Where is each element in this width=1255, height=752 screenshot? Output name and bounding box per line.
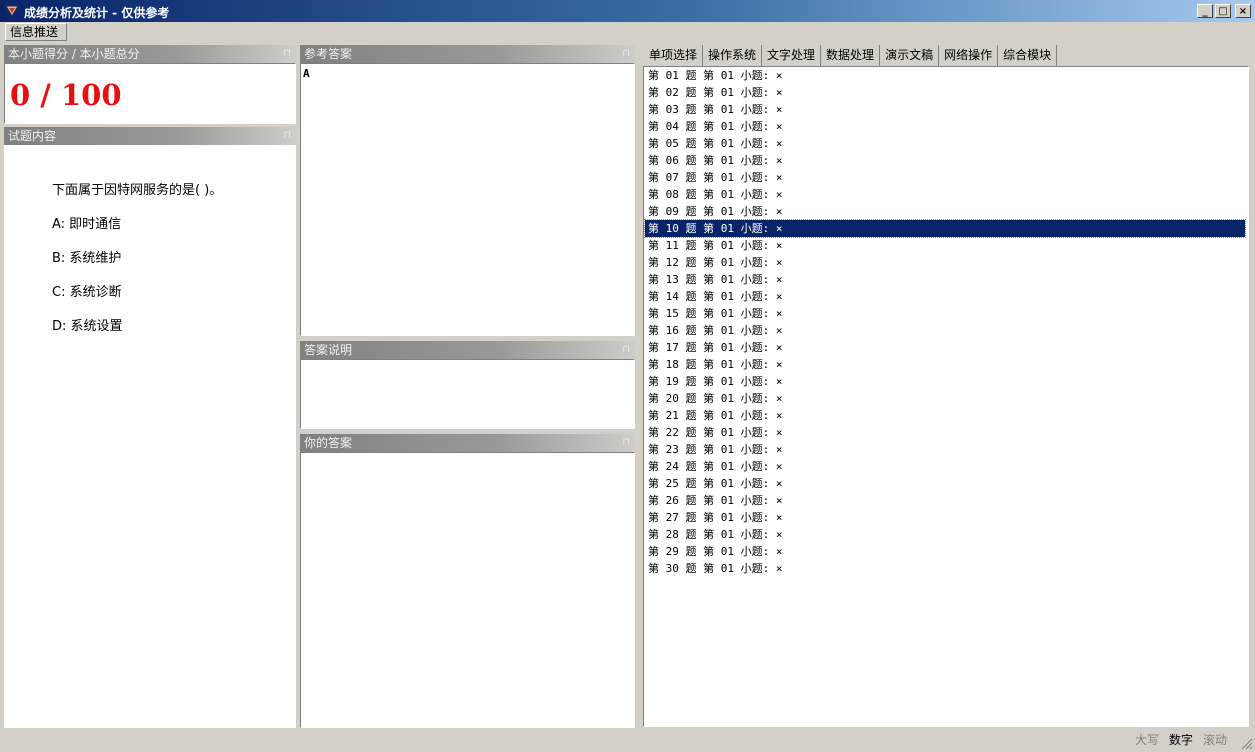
title-bar: 成绩分析及统计 - 仅供参考 _ □ × — [0, 0, 1255, 22]
resize-grip-icon[interactable] — [1241, 738, 1253, 750]
option-d: D: 系统设置 — [52, 319, 123, 334]
score-pane-header: 本小题得分 / 本小题总分 ⊓ — [4, 45, 296, 63]
result-row[interactable]: 第 16 题 第 01 小题: × — [645, 322, 1245, 339]
result-row[interactable]: 第 18 题 第 01 小题: × — [645, 356, 1245, 373]
info-push-button[interactable]: 信息推送 — [5, 23, 67, 41]
tab-data-processing[interactable]: 数据处理 — [821, 45, 881, 66]
explanation-area[interactable] — [300, 359, 635, 429]
option-b: B: 系统维护 — [52, 251, 122, 266]
result-row[interactable]: 第 10 题 第 01 小题: × — [644, 219, 1246, 238]
result-row[interactable]: 第 29 题 第 01 小题: × — [645, 543, 1245, 560]
result-row[interactable]: 第 25 题 第 01 小题: × — [645, 475, 1245, 492]
score-pane-title: 本小题得分 / 本小题总分 — [8, 47, 140, 61]
maximize-button[interactable]: □ — [1215, 4, 1231, 18]
option-a: A: 即时通信 — [52, 217, 122, 232]
status-bar: 大写 数字 滚动 — [0, 729, 1255, 752]
result-row[interactable]: 第 14 题 第 01 小题: × — [645, 288, 1245, 305]
pin-icon[interactable]: ⊓ — [622, 341, 630, 359]
reference-pane-title: 参考答案 — [304, 47, 353, 61]
result-row[interactable]: 第 24 题 第 01 小题: × — [645, 458, 1245, 475]
question-pane — [4, 145, 296, 728]
result-row[interactable]: 第 21 题 第 01 小题: × — [645, 407, 1245, 424]
result-row[interactable]: 第 13 题 第 01 小题: × — [645, 271, 1245, 288]
pin-icon[interactable]: ⊓ — [622, 434, 630, 452]
result-row[interactable]: 第 04 题 第 01 小题: × — [645, 118, 1245, 135]
result-row[interactable]: 第 17 题 第 01 小题: × — [645, 339, 1245, 356]
reference-answer-area[interactable] — [300, 63, 635, 336]
result-row[interactable]: 第 22 题 第 01 小题: × — [645, 424, 1245, 441]
pin-icon[interactable]: ⊓ — [622, 45, 630, 63]
result-row[interactable]: 第 02 题 第 01 小题: × — [645, 84, 1245, 101]
result-row[interactable]: 第 15 题 第 01 小题: × — [645, 305, 1245, 322]
reference-pane-header: 参考答案 ⊓ — [300, 45, 635, 63]
tab-operating-system[interactable]: 操作系统 — [703, 45, 763, 66]
question-pane-title: 试题内容 — [8, 129, 57, 143]
tab-network[interactable]: 网络操作 — [939, 45, 999, 66]
scroll-lock-indicator: 滚动 — [1203, 733, 1228, 747]
result-row[interactable]: 第 26 题 第 01 小题: × — [645, 492, 1245, 509]
your-answer-pane-title: 你的答案 — [304, 436, 353, 450]
result-row[interactable]: 第 09 题 第 01 小题: × — [645, 203, 1245, 220]
question-stem: 下面属于因特网服务的是( )。 — [52, 183, 223, 198]
window-controls: _ □ × — [1197, 4, 1251, 18]
results-list: 第 01 题 第 01 小题: × 第 02 题 第 01 小题: × 第 03 题… — [644, 67, 1246, 577]
result-row[interactable]: 第 08 题 第 01 小题: × — [645, 186, 1245, 203]
minimize-button[interactable]: _ — [1197, 4, 1213, 18]
result-row[interactable]: 第 23 题 第 01 小题: × — [645, 441, 1245, 458]
result-row[interactable]: 第 03 题 第 01 小题: × — [645, 101, 1245, 118]
app-icon — [5, 5, 19, 17]
pin-icon[interactable]: ⊓ — [283, 127, 291, 145]
module-tabs: 单项选择 操作系统 文字处理 数据处理 演示文稿 网络操作 综合模块 — [644, 45, 1058, 66]
score-display: 0 / 100 — [10, 78, 122, 112]
tab-single-choice[interactable]: 单项选择 — [644, 45, 704, 66]
question-pane-header: 试题内容 ⊓ — [4, 127, 296, 145]
result-row[interactable]: 第 11 题 第 01 小题: × — [645, 237, 1245, 254]
result-row[interactable]: 第 01 题 第 01 小题: × — [645, 67, 1245, 84]
result-row[interactable]: 第 28 题 第 01 小题: × — [645, 526, 1245, 543]
result-row[interactable]: 第 20 题 第 01 小题: × — [645, 390, 1245, 407]
close-button[interactable]: × — [1235, 4, 1251, 18]
tab-comprehensive[interactable]: 综合模块 — [998, 45, 1058, 66]
menu-bar: 信息推送 — [0, 22, 1255, 42]
explanation-pane-title: 答案说明 — [304, 343, 353, 357]
result-row[interactable]: 第 27 题 第 01 小题: × — [645, 509, 1245, 526]
result-row[interactable]: 第 12 题 第 01 小题: × — [645, 254, 1245, 271]
window-title: 成绩分析及统计 - 仅供参考 — [24, 6, 170, 20]
your-answer-area[interactable] — [300, 452, 635, 728]
result-row[interactable]: 第 30 题 第 01 小题: × — [645, 560, 1245, 577]
pin-icon[interactable]: ⊓ — [283, 45, 291, 63]
option-c: C: 系统诊断 — [52, 285, 122, 300]
num-lock-indicator: 数字 — [1169, 733, 1194, 747]
explanation-pane-header: 答案说明 ⊓ — [300, 341, 635, 359]
caps-lock-indicator: 大写 — [1135, 733, 1160, 747]
tab-presentation[interactable]: 演示文稿 — [880, 45, 940, 66]
result-row[interactable]: 第 06 题 第 01 小题: × — [645, 152, 1245, 169]
reference-answer: A — [303, 67, 310, 80]
result-row[interactable]: 第 05 题 第 01 小题: × — [645, 135, 1245, 152]
tab-word-processing[interactable]: 文字处理 — [762, 45, 822, 66]
your-answer-pane-header: 你的答案 ⊓ — [300, 434, 635, 452]
result-row[interactable]: 第 19 题 第 01 小题: × — [645, 373, 1245, 390]
result-row[interactable]: 第 07 题 第 01 小题: × — [645, 169, 1245, 186]
